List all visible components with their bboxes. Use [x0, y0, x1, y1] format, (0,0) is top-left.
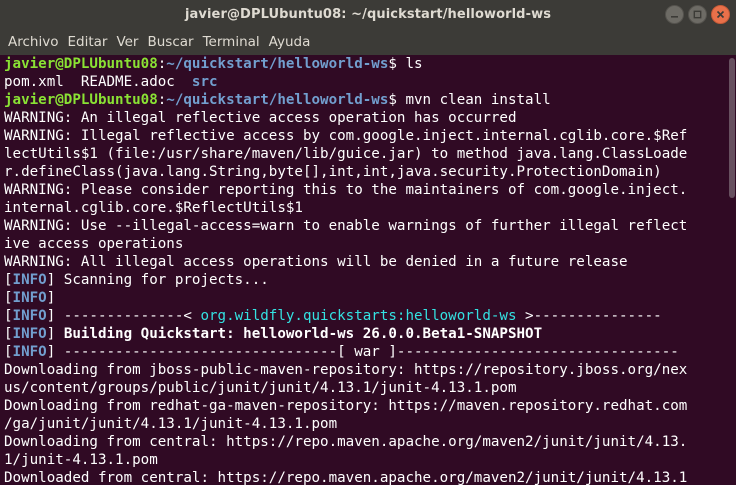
terminal-text: [	[4, 272, 13, 288]
terminal-line: WARNING: Illegal reflective access by co…	[4, 127, 732, 145]
scrollbar[interactable]	[729, 58, 735, 198]
terminal-text: r.defineClass(java.lang.String,byte[],in…	[4, 164, 662, 180]
menu-buscar[interactable]: Buscar	[143, 29, 197, 55]
terminal-text: Downloading from redhat-ga-maven-reposit…	[4, 398, 688, 414]
terminal-line: r.defineClass(java.lang.String,byte[],in…	[4, 163, 732, 181]
terminal-line: [INFO] Building Quickstart: helloworld-w…	[4, 325, 732, 343]
terminal-text: [	[4, 290, 13, 306]
terminal-text: [	[4, 308, 13, 324]
terminal-output[interactable]: javier@DPLUbuntu08:~/quickstart/hellowor…	[0, 55, 736, 485]
terminal-text: internal.cglib.core.$ReflectUtils$1	[4, 200, 303, 216]
terminal-text: :	[157, 92, 167, 108]
terminal-line: javier@DPLUbuntu08:~/quickstart/hellowor…	[4, 55, 732, 73]
terminal-line: WARNING: All illegal access operations w…	[4, 253, 732, 271]
terminal-text: INFO	[12, 290, 47, 306]
prompt-path: ~/quickstart/helloworld-ws	[166, 56, 389, 72]
terminal-text: INFO	[12, 344, 47, 360]
prompt-path: ~/quickstart/helloworld-ws	[166, 92, 389, 108]
terminal-line: lectUtils$1 (file:/usr/share/maven/lib/g…	[4, 145, 732, 163]
terminal-text: :	[157, 56, 167, 72]
terminal-line: 1/junit-4.13.1.pom	[4, 451, 732, 469]
terminal-text: ] --------------------------------[ war …	[46, 344, 679, 360]
window-title: javier@DPLUbuntu08: ~/quickstart/hellowo…	[184, 7, 552, 22]
prompt-user: javier@DPLUbuntu08	[4, 56, 158, 72]
menu-archivo[interactable]: Archivo	[4, 29, 62, 55]
terminal-text: Downloading from jboss-public-maven-repo…	[4, 362, 688, 378]
terminal-line: Downloaded from central: https://repo.ma…	[4, 469, 732, 485]
minimize-icon[interactable]	[665, 5, 684, 24]
terminal-line: [INFO] --------------------------------[…	[4, 343, 732, 361]
menu-ver[interactable]: Ver	[112, 29, 142, 55]
terminal-line: Downloading from jboss-public-maven-repo…	[4, 361, 732, 379]
terminal-line: pom.xml README.adoc src	[4, 73, 732, 91]
close-icon[interactable]	[711, 5, 730, 24]
terminal-text: [	[4, 344, 13, 360]
terminal-text: src	[191, 74, 218, 90]
menu-editar[interactable]: Editar	[63, 29, 111, 55]
terminal-text: INFO	[12, 326, 47, 342]
terminal-text: org.wildfly.quickstarts:helloworld-ws	[200, 308, 517, 324]
terminal-text: pom.xml README.adoc	[4, 74, 192, 90]
terminal-text: [	[4, 326, 13, 342]
terminal-text: Downloaded from central: https://repo.ma…	[4, 470, 688, 485]
terminal-text: $ mvn clean install	[388, 92, 551, 108]
terminal-text: WARNING: Use --illegal-access=warn to en…	[4, 218, 688, 234]
terminal-text: INFO	[12, 272, 47, 288]
terminal-line: /ga/junit/junit/4.13.1/junit-4.13.1.pom	[4, 415, 732, 433]
prompt-user: javier@DPLUbuntu08	[4, 92, 158, 108]
terminal-text: 1/junit-4.13.1.pom	[4, 452, 158, 468]
terminal-text: INFO	[12, 308, 47, 324]
terminal-line: [INFO]	[4, 289, 732, 307]
maximize-icon[interactable]	[688, 5, 707, 24]
terminal-text: ive access operations	[4, 236, 184, 252]
terminal-line: [INFO] Scanning for projects...	[4, 271, 732, 289]
terminal-text: us/content/groups/public/junit/junit/4.1…	[4, 380, 517, 396]
terminal-line: us/content/groups/public/junit/junit/4.1…	[4, 379, 732, 397]
terminal-line: ive access operations	[4, 235, 732, 253]
terminal-text: ]	[46, 326, 64, 342]
window-controls	[665, 5, 730, 24]
terminal-text: $ ls	[388, 56, 423, 72]
terminal-line: WARNING: Please consider reporting this …	[4, 181, 732, 199]
terminal-line: WARNING: An illegal reflective access op…	[4, 109, 732, 127]
terminal-text: Downloading from central: https://repo.m…	[4, 434, 688, 450]
terminal-text: >---------------	[516, 308, 662, 324]
terminal-text: WARNING: Illegal reflective access by co…	[4, 128, 688, 144]
terminal-text: /ga/junit/junit/4.13.1/junit-4.13.1.pom	[4, 416, 338, 432]
menu-terminal[interactable]: Terminal	[199, 29, 264, 55]
terminal-text: ] --------------<	[46, 308, 201, 324]
title-bar[interactable]: javier@DPLUbuntu08: ~/quickstart/hellowo…	[0, 0, 736, 29]
terminal-text: WARNING: Please consider reporting this …	[4, 182, 688, 198]
menu-bar: Archivo Editar Ver Buscar Terminal Ayuda	[0, 29, 736, 55]
terminal-line: WARNING: Use --illegal-access=warn to en…	[4, 217, 732, 235]
terminal-text: lectUtils$1 (file:/usr/share/maven/lib/g…	[4, 146, 688, 162]
terminal-window: javier@DPLUbuntu08: ~/quickstart/hellowo…	[0, 0, 736, 485]
menu-ayuda[interactable]: Ayuda	[265, 29, 315, 55]
terminal-line: Downloading from central: https://repo.m…	[4, 433, 732, 451]
terminal-line: internal.cglib.core.$ReflectUtils$1	[4, 199, 732, 217]
terminal-line: Downloading from redhat-ga-maven-reposit…	[4, 397, 732, 415]
terminal-line: [INFO] --------------< org.wildfly.quick…	[4, 307, 732, 325]
terminal-text: WARNING: An illegal reflective access op…	[4, 110, 517, 126]
terminal-text: ] Scanning for projects...	[46, 272, 269, 288]
terminal-text: Building Quickstart: helloworld-ws 26.0.…	[63, 326, 543, 342]
terminal-text: WARNING: All illegal access operations w…	[4, 254, 628, 270]
terminal-text: ]	[46, 290, 56, 306]
terminal-line: javier@DPLUbuntu08:~/quickstart/hellowor…	[4, 91, 732, 109]
